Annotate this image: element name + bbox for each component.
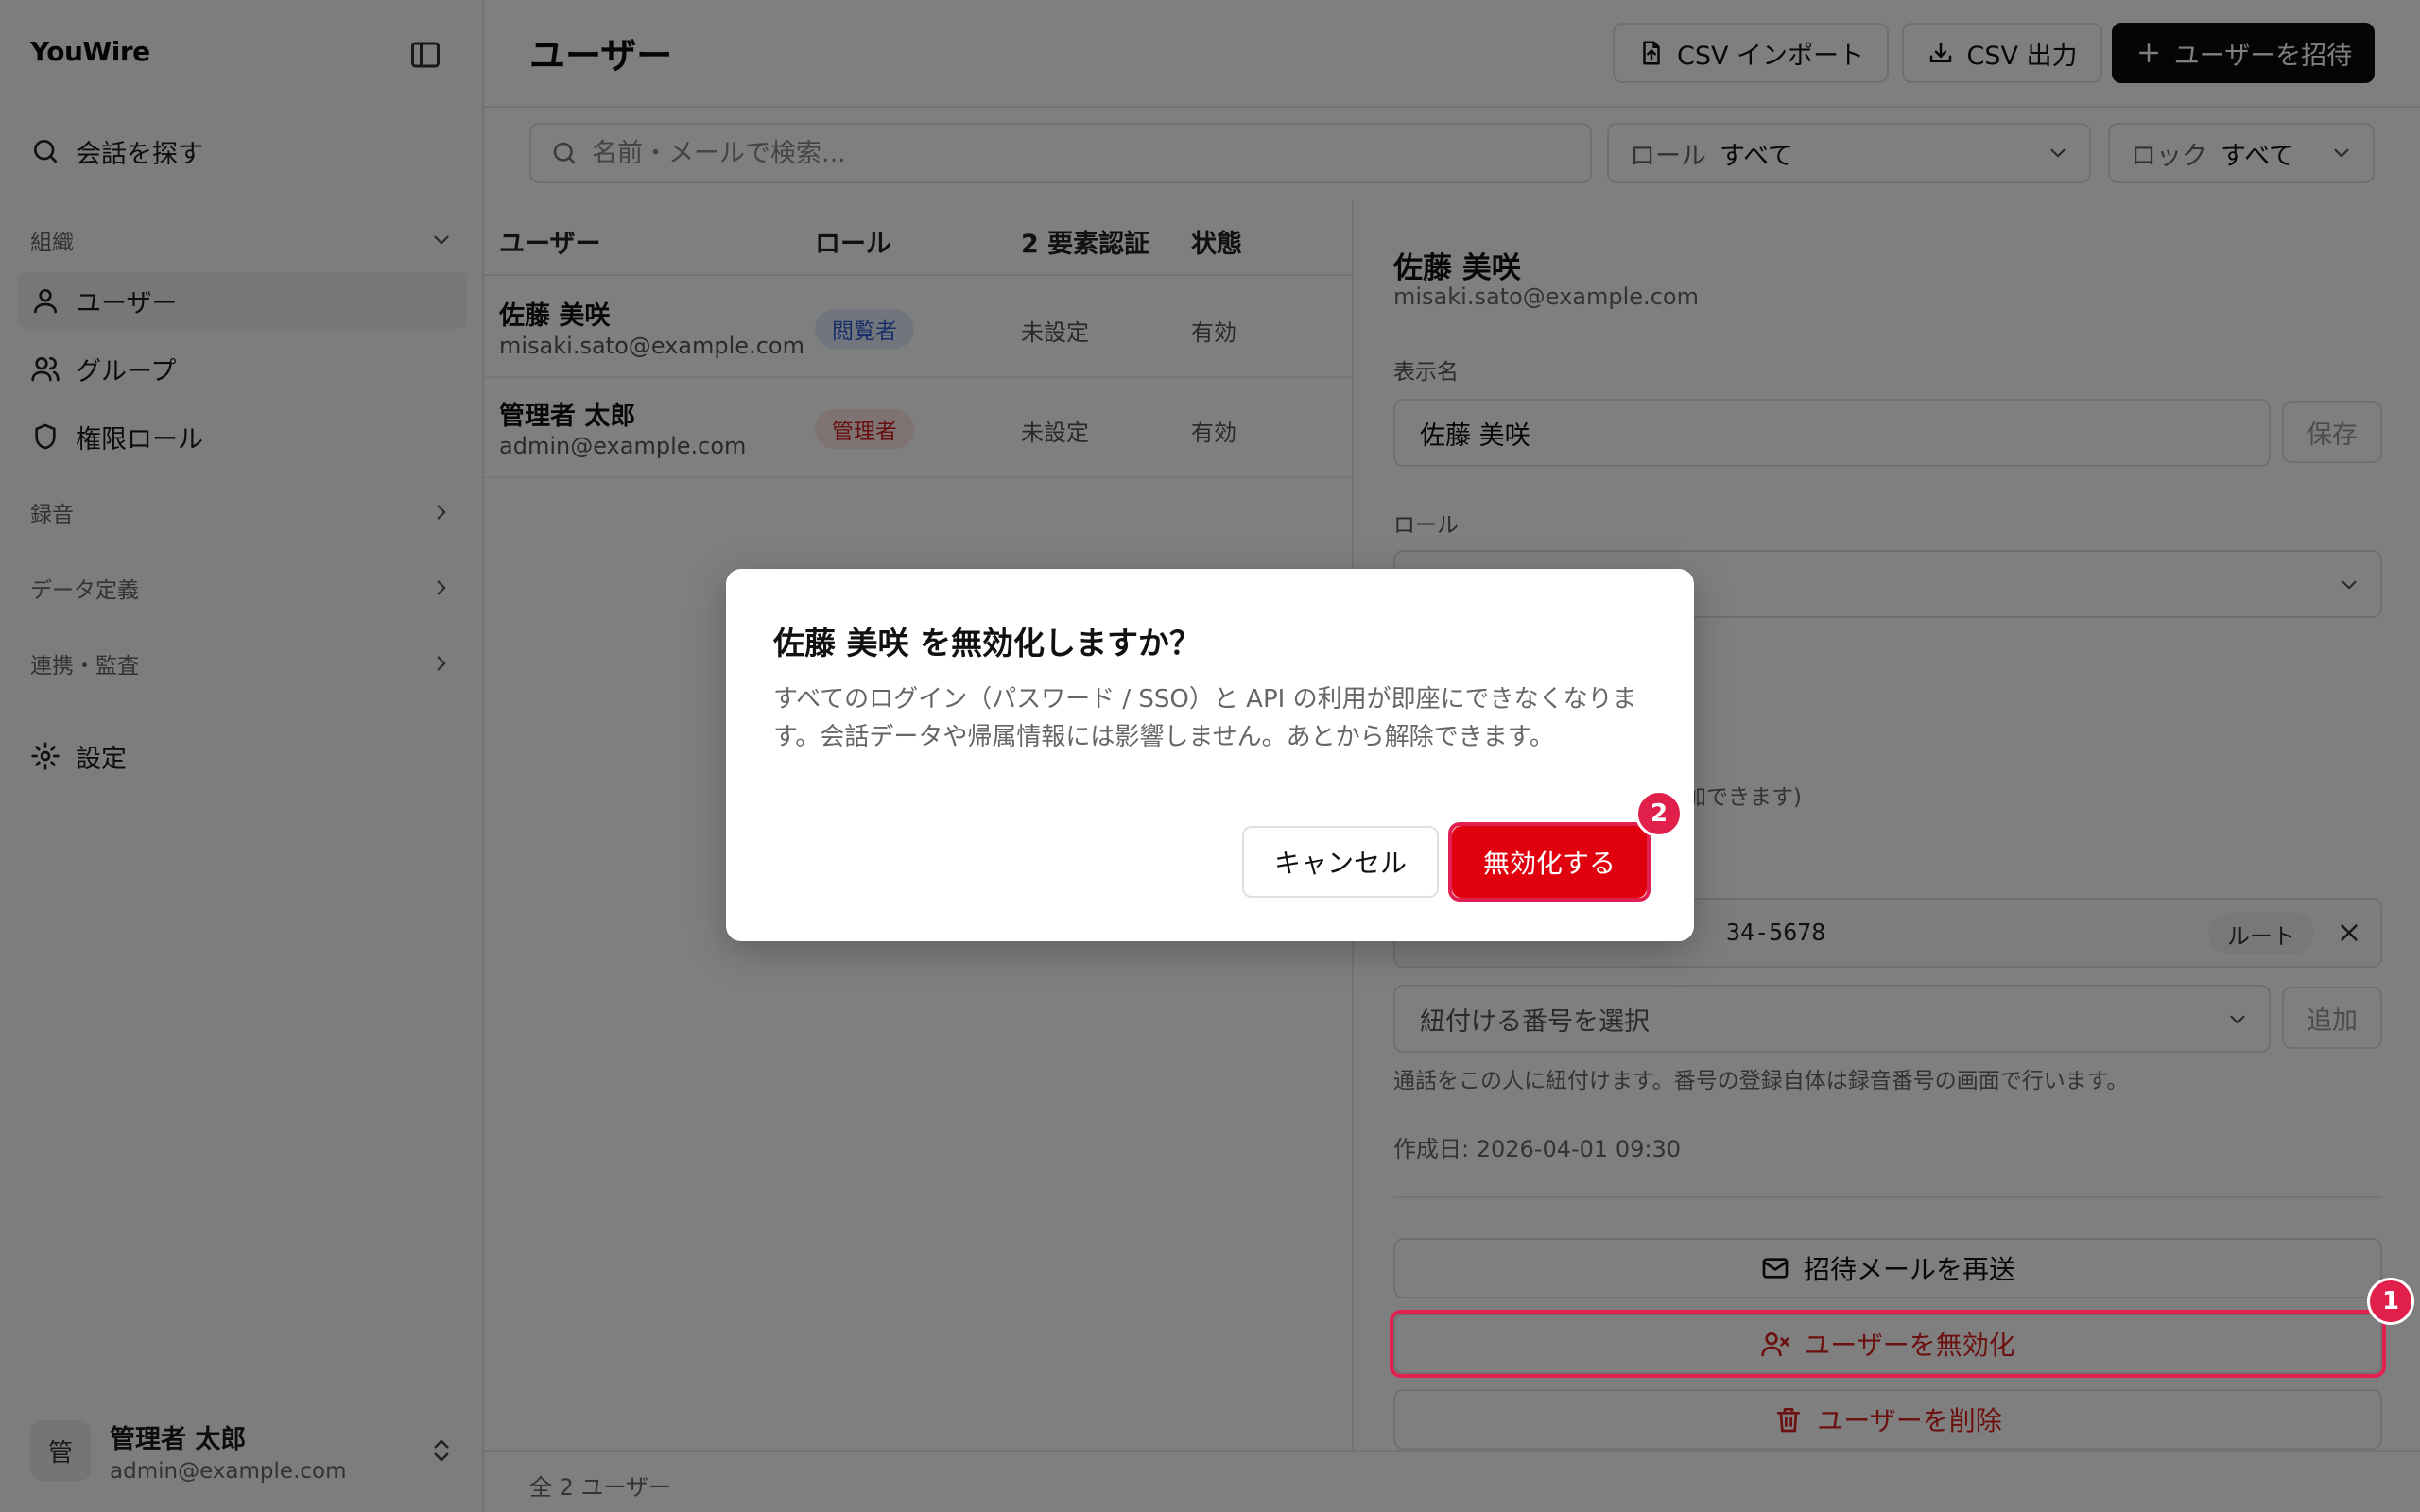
cancel-button[interactable]: キャンセル — [1242, 826, 1439, 898]
step-marker-1: 1 — [2367, 1278, 2414, 1325]
dialog-title: 佐藤 美咲 を無効化しますか？ — [773, 625, 1201, 662]
highlight-confirm-disable — [1448, 822, 1651, 902]
dialog-description: すべてのログイン（パスワード / SSO）と API の利用が即座にできなくなり… — [773, 685, 1637, 751]
step-marker-2: 2 — [1635, 790, 1683, 837]
highlight-disable-user — [1390, 1310, 2386, 1378]
